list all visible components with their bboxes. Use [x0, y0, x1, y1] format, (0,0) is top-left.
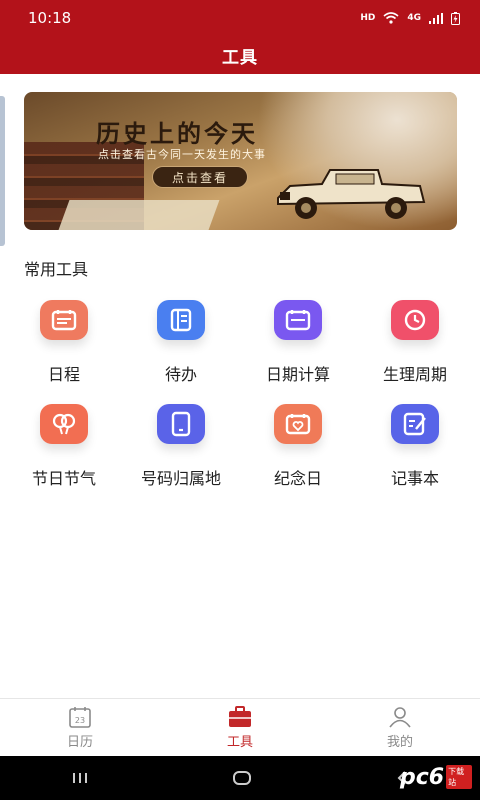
- status-time: 10:18: [28, 9, 72, 27]
- tool-label: 记事本: [390, 469, 439, 488]
- tool-label: 纪念日: [273, 469, 322, 488]
- tab-label: 工具: [226, 734, 253, 750]
- pc6-watermark: pc6 下载站: [400, 762, 472, 792]
- tab-tools[interactable]: 工具: [160, 699, 320, 756]
- tool-label: 待办: [164, 365, 197, 384]
- tool-label: 日期计算: [265, 365, 330, 384]
- tab-mine[interactable]: 我的: [320, 699, 480, 756]
- network-type-label: 4G: [407, 13, 421, 23]
- bottom-tab-bar: 23 日历 工具 我的: [0, 698, 480, 756]
- tool-phone-location[interactable]: 号码归属地: [126, 404, 236, 489]
- tool-cycle[interactable]: 生理周期: [360, 300, 470, 385]
- toolbox-icon: [229, 705, 251, 727]
- hd-label: HD: [360, 13, 376, 23]
- banner-view-button[interactable]: 点击查看: [152, 166, 248, 188]
- tool-notepad[interactable]: 记事本: [360, 404, 470, 489]
- battery-icon: [451, 11, 460, 25]
- edit-note-icon: [391, 404, 439, 444]
- banner-subtitle: 点击查看古今同一天发生的大事: [98, 148, 266, 161]
- status-bar: 10:18 HD 4G: [0, 0, 480, 36]
- calendar-icon: [40, 300, 88, 340]
- clock-icon: [391, 300, 439, 340]
- tool-label: 号码归属地: [140, 469, 221, 488]
- calendar-tab-day: 23: [75, 716, 85, 725]
- banner-title: 历史上的今天: [96, 119, 258, 148]
- signal-icon: [429, 12, 443, 24]
- tab-label: 日历: [66, 734, 93, 750]
- tool-date-calc[interactable]: 日期计算: [243, 300, 353, 385]
- wifi-icon: [383, 12, 399, 24]
- tool-schedule[interactable]: 日程: [9, 300, 119, 385]
- tablet-icon: [157, 404, 205, 444]
- calendar-icon: [274, 300, 322, 340]
- page-title: 工具: [222, 47, 258, 68]
- edge-panel-handle[interactable]: [0, 96, 5, 246]
- tool-label: 节日节气: [31, 469, 96, 488]
- user-icon: [389, 706, 411, 728]
- tool-label: 生理周期: [382, 365, 447, 384]
- tool-holidays[interactable]: 节日节气: [9, 404, 119, 489]
- common-tools-title: 常用工具: [24, 260, 89, 279]
- app-header: 工具: [0, 36, 480, 74]
- balloon-icon: [40, 404, 88, 444]
- watermark-logo: pc6: [400, 764, 445, 790]
- jeep-illustration: [277, 169, 426, 219]
- heart-calendar-icon: [274, 404, 322, 444]
- tool-label: 日程: [47, 365, 80, 384]
- status-icons: HD 4G: [360, 11, 460, 25]
- home-icon[interactable]: [232, 770, 252, 786]
- watermark-tag: 下载站: [446, 765, 472, 789]
- tab-calendar[interactable]: 23 日历: [0, 699, 160, 756]
- tool-todo[interactable]: 待办: [126, 300, 236, 385]
- scroll-illustration: [58, 200, 220, 230]
- calendar-tab-icon: 23: [69, 706, 91, 728]
- recent-apps-icon[interactable]: [71, 771, 89, 785]
- tab-label: 我的: [386, 734, 413, 750]
- history-today-banner[interactable]: 历史上的今天 点击查看古今同一天发生的大事 点击查看: [24, 92, 457, 230]
- notebook-icon: [157, 300, 205, 340]
- tool-anniversary[interactable]: 纪念日: [243, 404, 353, 489]
